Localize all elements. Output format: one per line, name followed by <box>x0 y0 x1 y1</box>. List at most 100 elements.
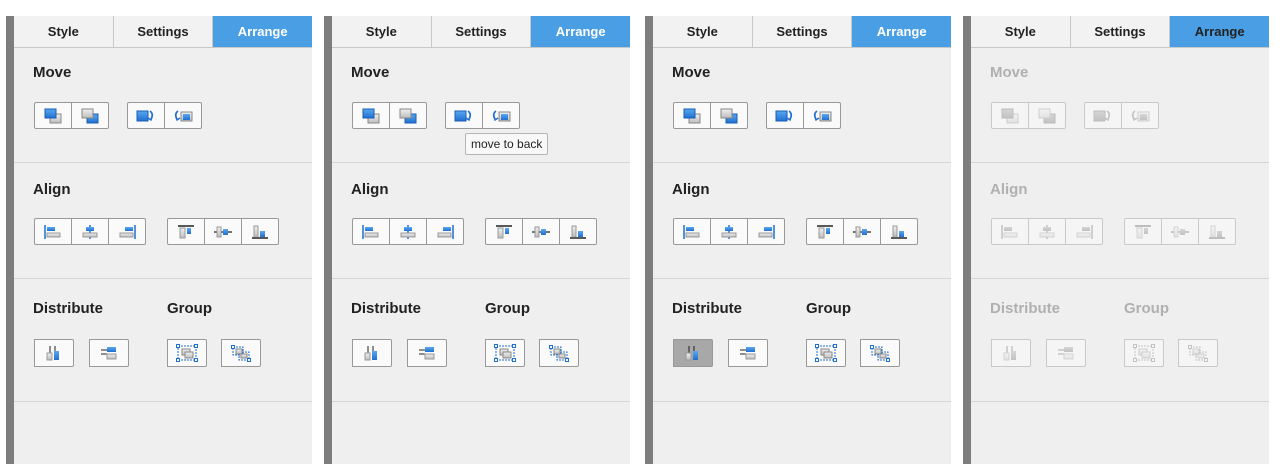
move-section: Move <box>653 48 951 163</box>
distribute-group-section: Distribute Group <box>653 279 951 402</box>
bring-to-front-icon <box>682 108 702 124</box>
bring-to-front-button[interactable] <box>352 102 390 129</box>
align-bottom-button[interactable] <box>880 218 918 245</box>
send-to-back-icon <box>80 108 100 124</box>
tooltip: move to back <box>465 133 549 155</box>
distribute-vertical-button[interactable] <box>407 339 447 367</box>
ungroup-button[interactable] <box>1178 339 1218 367</box>
align-center-button[interactable] <box>1028 218 1066 245</box>
move-forward-button[interactable] <box>127 102 165 129</box>
group-button[interactable] <box>167 339 207 367</box>
move-forward-icon <box>135 108 157 124</box>
align-title: Align <box>351 181 389 198</box>
send-to-back-button[interactable] <box>710 102 748 129</box>
tab-style[interactable]: Style <box>971 16 1071 47</box>
group-icon <box>494 344 516 362</box>
distribute-group-section: Distribute Group <box>971 279 1269 402</box>
move-backward-icon <box>811 108 833 124</box>
move-forward-button[interactable] <box>766 102 804 129</box>
align-center-button[interactable] <box>71 218 109 245</box>
group-button[interactable] <box>485 339 525 367</box>
align-center-button[interactable] <box>710 218 748 245</box>
tab-settings[interactable]: Settings <box>752 16 853 47</box>
align-bottom-icon <box>568 224 588 240</box>
align-left-button[interactable] <box>352 218 390 245</box>
align-middle-icon <box>531 224 551 240</box>
align-left-button[interactable] <box>34 218 72 245</box>
bring-to-front-button[interactable] <box>673 102 711 129</box>
align-middle-button[interactable] <box>843 218 881 245</box>
send-to-back-icon <box>398 108 418 124</box>
move-backward-button[interactable] <box>482 102 520 129</box>
group-button[interactable] <box>1124 339 1164 367</box>
align-top-button[interactable] <box>1124 218 1162 245</box>
distribute-vertical-button[interactable] <box>89 339 129 367</box>
arrange-panel-3: Style Settings Arrange Move Align Distri… <box>645 16 952 464</box>
tab-arrange[interactable]: Arrange <box>531 16 631 47</box>
move-forward-button[interactable] <box>445 102 483 129</box>
ungroup-button[interactable] <box>221 339 261 367</box>
align-right-button[interactable] <box>1065 218 1103 245</box>
align-bottom-button[interactable] <box>241 218 279 245</box>
move-forward-button[interactable] <box>1084 102 1122 129</box>
align-right-icon <box>117 224 137 240</box>
group-icon <box>815 344 837 362</box>
distribute-horizontal-button[interactable] <box>991 339 1031 367</box>
distribute-horizontal-icon <box>1001 345 1021 361</box>
align-center-button[interactable] <box>389 218 427 245</box>
move-backward-button[interactable] <box>803 102 841 129</box>
align-left-button[interactable] <box>991 218 1029 245</box>
send-to-back-button[interactable] <box>389 102 427 129</box>
align-bottom-icon <box>889 224 909 240</box>
distribute-horizontal-icon <box>362 345 382 361</box>
distribute-horizontal-button[interactable] <box>673 339 713 367</box>
distribute-horizontal-icon <box>683 345 703 361</box>
bring-to-front-icon <box>43 108 63 124</box>
distribute-horizontal-button[interactable] <box>352 339 392 367</box>
distribute-horizontal-button[interactable] <box>34 339 74 367</box>
align-section: Align <box>971 163 1269 279</box>
align-left-button[interactable] <box>673 218 711 245</box>
distribute-vertical-button[interactable] <box>728 339 768 367</box>
distribute-group-section: Distribute Group <box>332 279 630 402</box>
group-icon <box>176 344 198 362</box>
align-top-button[interactable] <box>806 218 844 245</box>
ungroup-button[interactable] <box>860 339 900 367</box>
tab-style[interactable]: Style <box>653 16 753 47</box>
bring-to-front-button[interactable] <box>34 102 72 129</box>
tab-arrange[interactable]: Arrange <box>852 16 952 47</box>
distribute-vertical-icon <box>738 345 758 361</box>
bring-to-front-button[interactable] <box>991 102 1029 129</box>
distribute-vertical-button[interactable] <box>1046 339 1086 367</box>
group-button[interactable] <box>806 339 846 367</box>
align-right-button[interactable] <box>747 218 785 245</box>
align-right-button[interactable] <box>108 218 146 245</box>
align-bottom-button[interactable] <box>1198 218 1236 245</box>
align-middle-button[interactable] <box>204 218 242 245</box>
tab-settings[interactable]: Settings <box>113 16 214 47</box>
move-title: Move <box>351 64 390 81</box>
send-to-back-button[interactable] <box>1028 102 1066 129</box>
align-top-button[interactable] <box>167 218 205 245</box>
align-bottom-button[interactable] <box>559 218 597 245</box>
align-bottom-icon <box>1207 224 1227 240</box>
tab-arrange[interactable]: Arrange <box>213 16 313 47</box>
tab-settings[interactable]: Settings <box>1070 16 1171 47</box>
align-title: Align <box>33 181 71 198</box>
tab-style[interactable]: Style <box>332 16 432 47</box>
align-middle-button[interactable] <box>1161 218 1199 245</box>
move-backward-button[interactable] <box>164 102 202 129</box>
tab-style[interactable]: Style <box>14 16 114 47</box>
send-to-back-icon <box>1037 108 1057 124</box>
ungroup-icon <box>230 344 252 362</box>
align-right-button[interactable] <box>426 218 464 245</box>
ungroup-button[interactable] <box>539 339 579 367</box>
send-to-back-button[interactable] <box>71 102 109 129</box>
move-backward-button[interactable] <box>1121 102 1159 129</box>
align-top-button[interactable] <box>485 218 523 245</box>
distribute-horizontal-icon <box>44 345 64 361</box>
align-middle-button[interactable] <box>522 218 560 245</box>
group-icon <box>1133 344 1155 362</box>
tab-settings[interactable]: Settings <box>431 16 532 47</box>
tab-arrange[interactable]: Arrange <box>1170 16 1270 47</box>
